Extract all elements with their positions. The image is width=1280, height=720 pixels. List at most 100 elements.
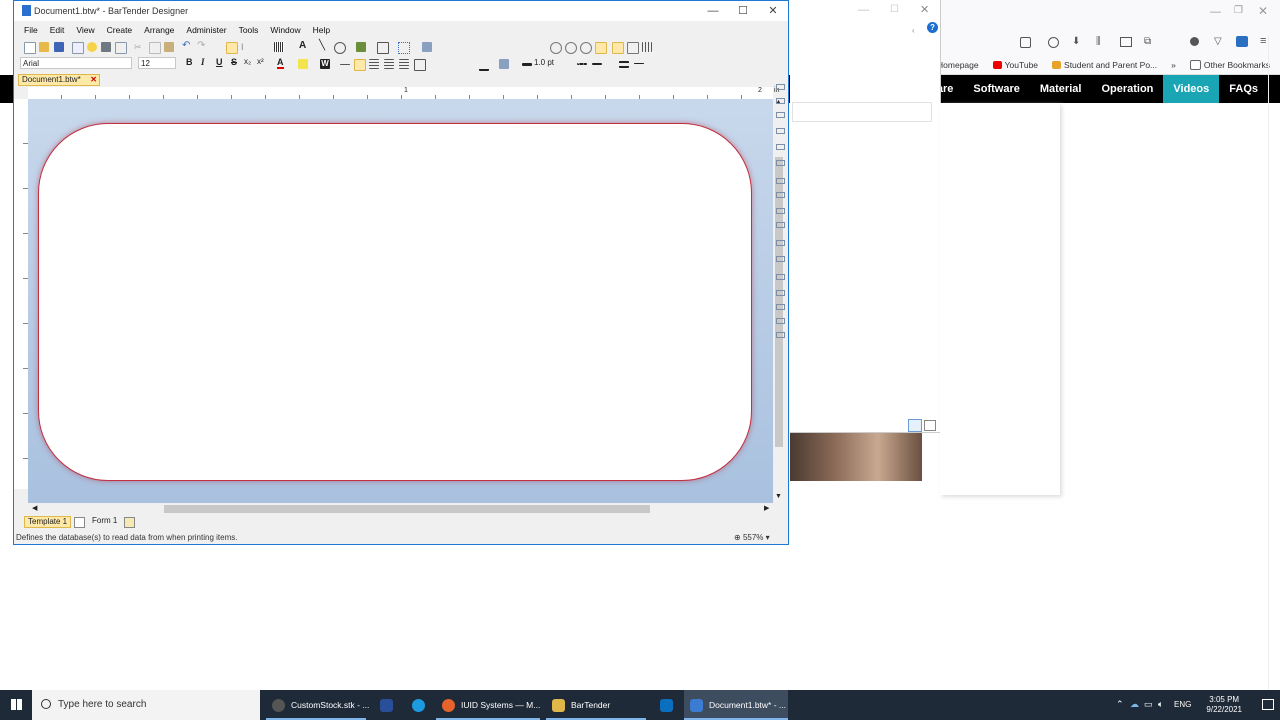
table-icon[interactable] — [377, 42, 389, 54]
chevron-left-icon[interactable]: ‹ — [912, 26, 915, 35]
font-select[interactable]: Arial — [20, 57, 132, 69]
chevron-up-icon[interactable]: ⌃ — [1116, 699, 1124, 710]
text-object-icon[interactable]: A — [299, 40, 309, 51]
taskbar-app-document1[interactable]: Document1.btw* - ... — [684, 690, 788, 720]
menu-edit[interactable]: Edit — [44, 22, 71, 38]
menu-file[interactable]: File — [18, 22, 44, 38]
clock[interactable]: 3:05 PM 9/22/2021 — [1206, 695, 1242, 715]
close-tab-icon[interactable]: ✕ — [90, 75, 97, 85]
shield-icon[interactable] — [1048, 37, 1059, 48]
zoom-page-icon[interactable] — [595, 42, 607, 54]
video-thumbnail[interactable] — [790, 433, 922, 481]
distribute-h-icon[interactable] — [776, 178, 785, 184]
bookmarks-overflow[interactable]: » — [1171, 60, 1176, 70]
center-page-icon[interactable] — [776, 208, 785, 214]
align-center-icon[interactable] — [369, 59, 379, 69]
save-icon[interactable] — [54, 42, 64, 52]
design-canvas[interactable] — [28, 99, 773, 503]
align-right-icon[interactable] — [384, 59, 394, 69]
align-left-edge-icon[interactable] — [776, 128, 785, 134]
align-top-icon[interactable] — [776, 84, 785, 90]
help-icon[interactable]: ? — [927, 22, 938, 33]
redo-icon[interactable]: ↷ — [197, 40, 207, 51]
new-icon[interactable] — [24, 42, 36, 54]
nav-item-faqs[interactable]: FAQs — [1219, 75, 1268, 103]
line-spacing-icon[interactable] — [340, 64, 350, 65]
line-end-icon[interactable] — [634, 63, 644, 64]
space-v-icon[interactable] — [776, 290, 785, 296]
taskbar-app-customstock[interactable]: CustomStock.stk - ... — [266, 690, 369, 720]
italic-button[interactable]: I — [201, 57, 205, 67]
database-setup-icon[interactable] — [87, 42, 97, 52]
document-tab[interactable]: Document1.btw* ✕ — [18, 74, 100, 86]
columns-icon[interactable] — [642, 42, 652, 52]
extension-icon[interactable]: ⧉ — [1144, 36, 1151, 47]
language-indicator[interactable]: ENG — [1174, 700, 1191, 709]
zoom-level[interactable]: ⊕ 557% ▾ — [734, 531, 770, 545]
template-page-icon[interactable] — [74, 517, 85, 528]
sidebar-icon[interactable] — [1120, 37, 1132, 47]
barcode-icon[interactable] — [274, 42, 284, 52]
library-icon[interactable]: ⫼ — [1096, 36, 1101, 47]
scroll-left-icon[interactable]: ◀ — [32, 504, 37, 512]
select-icon[interactable] — [226, 42, 238, 54]
menu-create[interactable]: Create — [101, 22, 139, 38]
subscript-button[interactable]: x₂ — [244, 57, 251, 66]
volume-icon[interactable]: 🔈︎ — [1158, 699, 1163, 710]
taskbar-app-firefox[interactable]: IUID Systems — M... — [436, 690, 540, 720]
addon-badge-icon[interactable] — [1236, 36, 1248, 47]
highlight-icon[interactable] — [298, 59, 308, 69]
copy-icon[interactable] — [149, 42, 161, 54]
align-bottom-icon[interactable] — [776, 112, 785, 118]
label-template-area[interactable] — [38, 123, 752, 481]
same-size-icon[interactable] — [776, 256, 785, 262]
network-icon[interactable]: ▭ — [1144, 699, 1153, 710]
start-button[interactable] — [0, 690, 32, 720]
font-color-button[interactable]: A — [277, 57, 284, 69]
bold-button[interactable]: B — [186, 57, 193, 67]
dialog-input-field[interactable] — [792, 102, 932, 122]
minimize-icon[interactable]: — — [702, 4, 724, 18]
notifications-icon[interactable] — [1262, 699, 1274, 710]
taskbar-search[interactable]: Type here to search — [32, 690, 260, 720]
line-style-icon[interactable] — [577, 63, 587, 65]
nav-item-material[interactable]: Material — [1030, 75, 1092, 103]
taskbar-app-outlook[interactable] — [652, 690, 680, 720]
bookmark-other[interactable]: Other Bookmarks — [1189, 60, 1270, 70]
underline-button[interactable]: U — [216, 57, 223, 67]
double-line-icon[interactable] — [619, 61, 629, 68]
shape-icon[interactable] — [334, 42, 346, 54]
group-icon[interactable] — [776, 332, 785, 338]
dialog-minimize-icon[interactable]: — — [858, 4, 869, 16]
menu-view[interactable]: View — [70, 22, 100, 38]
scroll-right-icon[interactable]: ▶ — [764, 504, 769, 512]
taskbar-app-edge[interactable] — [404, 690, 432, 720]
fill-color-icon[interactable] — [499, 59, 509, 69]
close-icon[interactable]: ✕ — [762, 4, 784, 18]
rfid-icon[interactable] — [422, 42, 432, 52]
snap-icon[interactable] — [612, 42, 624, 54]
filter-icon[interactable]: ▽ — [1214, 36, 1222, 47]
taskbar-app-bartender[interactable]: BarTender — [546, 690, 646, 720]
nav-item-videos[interactable]: Videos — [1163, 75, 1220, 103]
print-preview-icon[interactable] — [115, 42, 127, 54]
same-height-icon[interactable] — [776, 240, 785, 246]
menu-tools[interactable]: Tools — [233, 22, 265, 38]
taskbar-app-powershell[interactable] — [372, 690, 400, 720]
maximize-icon[interactable]: ☐ — [732, 4, 754, 18]
same-width-icon[interactable] — [776, 222, 785, 228]
download-icon[interactable]: ⬇ — [1072, 36, 1080, 47]
line-icon[interactable]: ╲ — [319, 40, 329, 51]
superscript-button[interactable]: x² — [257, 57, 264, 66]
justify-icon[interactable] — [399, 59, 409, 69]
menu-window[interactable]: Window — [264, 22, 306, 38]
align-middle-icon[interactable] — [776, 98, 785, 104]
dialog-maximize-icon[interactable]: ☐ — [890, 4, 899, 15]
line-weight-icon[interactable] — [522, 63, 532, 66]
horizontal-scrollbar[interactable]: ◀ ▶ — [28, 503, 773, 515]
menu-icon[interactable]: ≡ — [1260, 35, 1266, 47]
browser-minimize-icon[interactable]: — — [1210, 6, 1221, 18]
page-scrollbar[interactable] — [1268, 36, 1275, 690]
word-wrap-icon[interactable]: W — [320, 59, 330, 69]
menu-arrange[interactable]: Arrange — [138, 22, 180, 38]
